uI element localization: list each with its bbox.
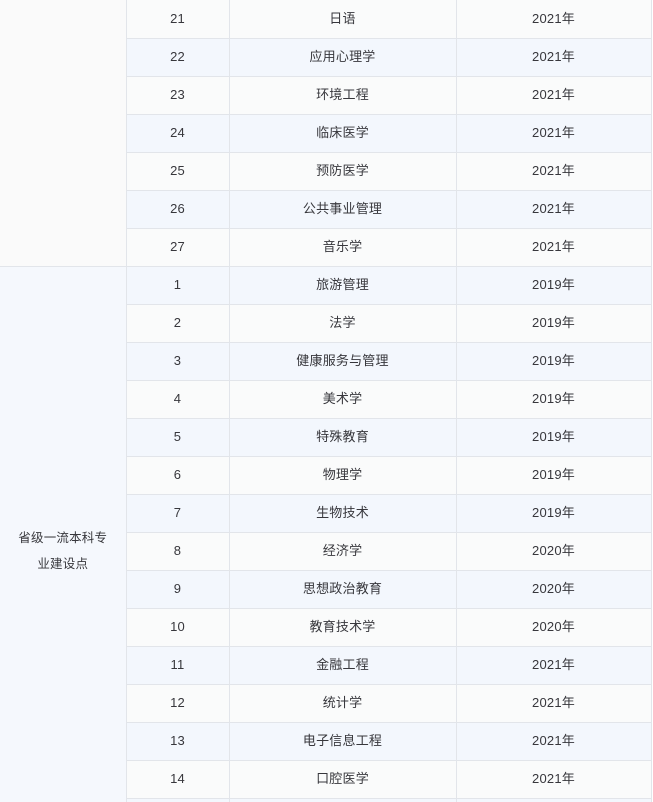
approval-year-cell: 2019年 [456,380,652,419]
approval-year-cell: 2019年 [456,494,652,533]
major-name-cell: 思想政治教育 [229,570,457,609]
row-index-cell: 6 [125,456,230,495]
major-name-cell: 公共事业管理 [229,190,457,229]
approval-year-cell: 2021年 [456,722,652,761]
major-name-cell: 旅游管理 [229,266,457,305]
approval-year-cell: 2021年 [456,114,652,153]
major-name-cell: 统计学 [229,684,457,723]
row-index-cell: 25 [125,152,230,191]
major-name-cell: 美术学 [229,380,457,419]
approval-year-cell [456,798,652,802]
row-index-cell [125,798,230,802]
major-name-cell: 生物技术 [229,494,457,533]
major-list-table: 21 日语 2021年 22 应用心理学 2021年 23 环境工程 2021年 24 临床医学 20… [0,0,652,802]
major-name-cell: 教育技术学 [229,608,457,647]
row-index-cell: 21 [125,0,230,39]
approval-year-cell: 2021年 [456,38,652,77]
row-index-cell: 10 [125,608,230,647]
row-index-cell: 13 [125,722,230,761]
approval-year-cell: 2019年 [456,456,652,495]
approval-year-cell: 2021年 [456,760,652,799]
approval-year-cell: 2021年 [456,0,652,39]
row-index-cell: 11 [125,646,230,685]
approval-year-cell: 2021年 [456,76,652,115]
row-index-cell: 1 [125,266,230,305]
major-name-cell: 音乐学 [229,228,457,267]
row-index-cell: 22 [125,38,230,77]
major-name-cell: 预防医学 [229,152,457,191]
major-name-cell: 特殊教育 [229,418,457,457]
table-body: 21 日语 2021年 22 应用心理学 2021年 23 环境工程 2021年 24 临床医学 20… [0,0,652,802]
approval-year-cell: 2020年 [456,570,652,609]
major-name-cell: 物理学 [229,456,457,495]
row-index-cell: 23 [125,76,230,115]
row-index-cell: 14 [125,760,230,799]
row-index-cell: 9 [125,570,230,609]
major-name-cell [229,798,457,802]
row-index-cell: 27 [125,228,230,267]
approval-year-cell: 2021年 [456,190,652,229]
major-name-cell: 健康服务与管理 [229,342,457,381]
major-name-cell: 经济学 [229,532,457,571]
major-name-cell: 口腔医学 [229,760,457,799]
major-list-table-container: 21 日语 2021年 22 应用心理学 2021年 23 环境工程 2021年 24 临床医学 20… [0,0,653,802]
table-row: 省级一流本科专业建设点 1 旅游管理 2019年 [0,265,652,802]
major-name-cell: 金融工程 [229,646,457,685]
major-name-cell: 临床医学 [229,114,457,153]
table-row: 21 日语 2021年 [0,0,652,267]
row-index-cell: 5 [125,418,230,457]
approval-year-cell: 2021年 [456,228,652,267]
major-name-cell: 法学 [229,304,457,343]
approval-year-cell: 2021年 [456,152,652,191]
group-label-cell: 省级一流本科专业建设点 [0,265,127,802]
row-index-cell: 8 [125,532,230,571]
group-label-cell [0,0,127,267]
approval-year-cell: 2019年 [456,266,652,305]
major-name-cell: 电子信息工程 [229,722,457,761]
approval-year-cell: 2020年 [456,532,652,571]
approval-year-cell: 2020年 [456,608,652,647]
row-index-cell: 3 [125,342,230,381]
row-index-cell: 4 [125,380,230,419]
row-index-cell: 7 [125,494,230,533]
major-name-cell: 日语 [229,0,457,39]
approval-year-cell: 2019年 [456,304,652,343]
row-index-cell: 24 [125,114,230,153]
major-name-cell: 环境工程 [229,76,457,115]
approval-year-cell: 2019年 [456,418,652,457]
row-index-cell: 26 [125,190,230,229]
row-index-cell: 12 [125,684,230,723]
row-index-cell: 2 [125,304,230,343]
approval-year-cell: 2019年 [456,342,652,381]
approval-year-cell: 2021年 [456,684,652,723]
major-name-cell: 应用心理学 [229,38,457,77]
approval-year-cell: 2021年 [456,646,652,685]
